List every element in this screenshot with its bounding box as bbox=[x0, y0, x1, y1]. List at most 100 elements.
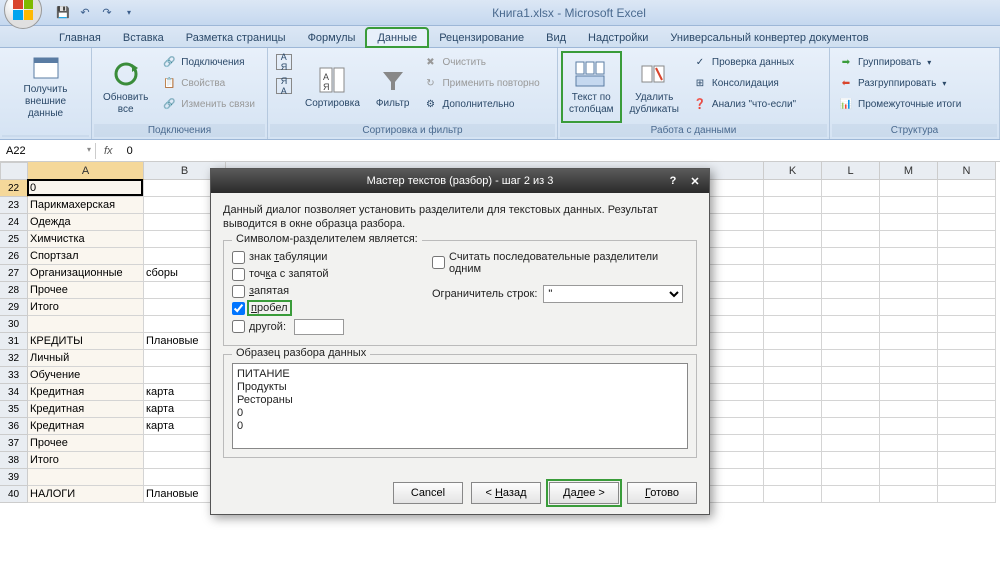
cell[interactable] bbox=[938, 180, 996, 197]
row-header[interactable]: 36 bbox=[0, 418, 28, 435]
cell[interactable] bbox=[880, 435, 938, 452]
dialog-titlebar[interactable]: Мастер текстов (разбор) - шаг 2 из 3 ? ✕ bbox=[211, 169, 709, 193]
reapply-button[interactable]: ↻Применить повторно bbox=[418, 73, 543, 93]
column-header[interactable]: N bbox=[938, 162, 996, 180]
cell[interactable] bbox=[764, 248, 822, 265]
tab-page-layout[interactable]: Разметка страницы bbox=[175, 28, 297, 47]
cell[interactable] bbox=[938, 282, 996, 299]
row-header[interactable]: 40 bbox=[0, 486, 28, 503]
cell[interactable]: Организационные bbox=[28, 265, 144, 282]
text-qualifier-select[interactable]: " bbox=[543, 285, 683, 303]
cell[interactable] bbox=[764, 333, 822, 350]
cell[interactable] bbox=[764, 197, 822, 214]
cell[interactable] bbox=[880, 231, 938, 248]
filter-button[interactable]: Фильтр bbox=[369, 52, 417, 122]
sort-asc-button[interactable]: АЯ bbox=[272, 52, 296, 72]
data-validation-button[interactable]: ✓Проверка данных bbox=[688, 52, 800, 72]
cell[interactable] bbox=[938, 367, 996, 384]
cell[interactable] bbox=[880, 265, 938, 282]
qat-customize-icon[interactable]: ▾ bbox=[120, 4, 138, 22]
comma-label[interactable]: запятая bbox=[249, 285, 289, 297]
subtotal-button[interactable]: 📊Промежуточные итоги bbox=[834, 94, 965, 114]
cell[interactable] bbox=[880, 418, 938, 435]
cell[interactable] bbox=[822, 197, 880, 214]
cell[interactable] bbox=[880, 350, 938, 367]
cell[interactable] bbox=[764, 401, 822, 418]
cell[interactable] bbox=[938, 197, 996, 214]
cell[interactable]: Кредитная bbox=[28, 384, 144, 401]
advanced-filter-button[interactable]: ⚙Дополнительно bbox=[418, 94, 543, 114]
cell[interactable] bbox=[938, 333, 996, 350]
cell[interactable] bbox=[938, 350, 996, 367]
cell[interactable]: Кредитная bbox=[28, 401, 144, 418]
cell[interactable] bbox=[28, 316, 144, 333]
cell[interactable] bbox=[822, 214, 880, 231]
cell[interactable] bbox=[938, 265, 996, 282]
consolidate-button[interactable]: ⊞Консолидация bbox=[688, 73, 800, 93]
row-header[interactable]: 25 bbox=[0, 231, 28, 248]
group-button[interactable]: ➡Группировать▾ bbox=[834, 52, 965, 72]
cell[interactable]: Одежда bbox=[28, 214, 144, 231]
sort-button[interactable]: АЯ Сортировка bbox=[298, 52, 367, 122]
remove-duplicates-button[interactable]: Удалить дубликаты bbox=[623, 52, 686, 122]
consecutive-label[interactable]: Считать последовательные разделители одн… bbox=[449, 251, 688, 275]
column-header[interactable]: M bbox=[880, 162, 938, 180]
cell[interactable] bbox=[822, 469, 880, 486]
cell[interactable] bbox=[880, 452, 938, 469]
connections-button[interactable]: 🔗Подключения bbox=[157, 52, 259, 72]
row-header[interactable]: 39 bbox=[0, 469, 28, 486]
cell[interactable] bbox=[822, 401, 880, 418]
tab-insert[interactable]: Вставка bbox=[112, 28, 175, 47]
cell[interactable] bbox=[764, 180, 822, 197]
cell[interactable] bbox=[822, 299, 880, 316]
row-header[interactable]: 30 bbox=[0, 316, 28, 333]
cell[interactable] bbox=[938, 469, 996, 486]
close-button[interactable]: ✕ bbox=[685, 173, 705, 189]
row-header[interactable]: 22 bbox=[0, 180, 28, 197]
next-button[interactable]: Далее > bbox=[549, 482, 619, 504]
cell[interactable] bbox=[938, 452, 996, 469]
cell[interactable] bbox=[880, 367, 938, 384]
row-header[interactable]: 24 bbox=[0, 214, 28, 231]
cell[interactable] bbox=[880, 248, 938, 265]
whatif-button[interactable]: ❓Анализ "что-если" bbox=[688, 94, 800, 114]
cell[interactable]: Итого bbox=[28, 452, 144, 469]
cell[interactable]: Химчистка bbox=[28, 231, 144, 248]
cell[interactable] bbox=[764, 435, 822, 452]
cell[interactable]: КРЕДИТЫ bbox=[28, 333, 144, 350]
row-header[interactable]: 26 bbox=[0, 248, 28, 265]
cell[interactable]: Итого bbox=[28, 299, 144, 316]
cell[interactable] bbox=[764, 486, 822, 503]
cell[interactable] bbox=[880, 384, 938, 401]
tab-view[interactable]: Вид bbox=[535, 28, 577, 47]
text-to-columns-button[interactable]: Текст по столбцам bbox=[562, 52, 621, 122]
column-header[interactable]: A bbox=[28, 162, 144, 180]
properties-button[interactable]: 📋Свойства bbox=[157, 73, 259, 93]
row-header[interactable]: 34 bbox=[0, 384, 28, 401]
cell[interactable] bbox=[880, 197, 938, 214]
cell[interactable] bbox=[822, 435, 880, 452]
cell[interactable] bbox=[822, 180, 880, 197]
cell[interactable] bbox=[822, 231, 880, 248]
cell[interactable]: Кредитная bbox=[28, 418, 144, 435]
row-header[interactable]: 27 bbox=[0, 265, 28, 282]
sort-desc-button[interactable]: ЯА bbox=[272, 76, 296, 96]
space-label[interactable]: пробел bbox=[249, 302, 290, 314]
space-checkbox[interactable] bbox=[232, 302, 245, 315]
consecutive-checkbox[interactable] bbox=[432, 256, 445, 269]
select-all-corner[interactable] bbox=[0, 162, 28, 180]
help-button[interactable]: ? bbox=[663, 173, 683, 189]
cell[interactable] bbox=[938, 384, 996, 401]
row-header[interactable]: 31 bbox=[0, 333, 28, 350]
cell[interactable] bbox=[822, 282, 880, 299]
tab-formulas[interactable]: Формулы bbox=[297, 28, 367, 47]
row-header[interactable]: 32 bbox=[0, 350, 28, 367]
save-icon[interactable]: 💾 bbox=[54, 4, 72, 22]
other-delim-input[interactable] bbox=[294, 319, 344, 335]
cell[interactable] bbox=[938, 248, 996, 265]
cell[interactable] bbox=[880, 486, 938, 503]
cancel-button[interactable]: Cancel bbox=[393, 482, 463, 504]
tab-converter[interactable]: Универсальный конвертер документов bbox=[659, 28, 879, 47]
row-header[interactable]: 38 bbox=[0, 452, 28, 469]
column-header[interactable]: L bbox=[822, 162, 880, 180]
